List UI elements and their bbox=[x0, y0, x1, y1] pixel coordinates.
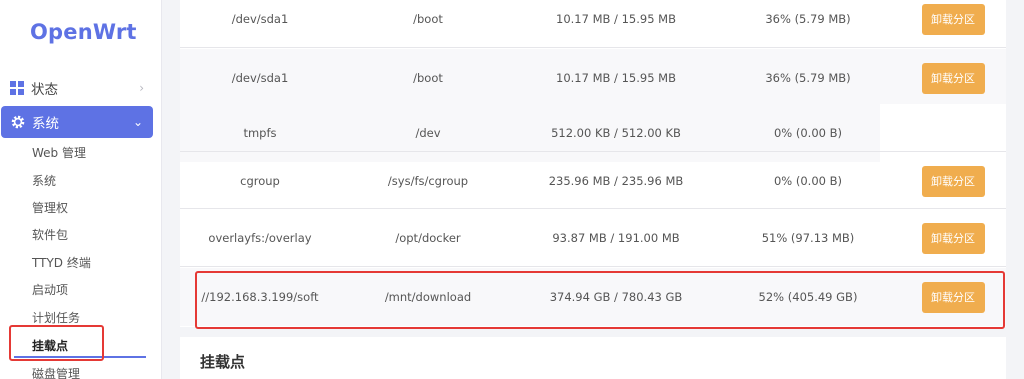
unmount-button[interactable]: 卸载分区 bbox=[921, 3, 985, 35]
nav-item-system[interactable]: 系统 ⌄ bbox=[1, 106, 153, 138]
percent-cell: 51% (97.13 MB) bbox=[761, 231, 855, 245]
chevron-down-icon: ⌄ bbox=[132, 115, 143, 129]
device-cell: overlayfs:/overlay bbox=[208, 231, 312, 245]
nav-item-status[interactable]: 状态 › bbox=[0, 72, 154, 104]
percent-cell: 36% (5.79 MB) bbox=[765, 12, 851, 26]
device-cell: /dev/sda1 bbox=[231, 71, 289, 85]
highlight-box-row bbox=[195, 271, 1005, 329]
unmount-button[interactable]: 卸载分区 bbox=[921, 62, 985, 94]
mount-point-cell: /sys/fs/cgroup bbox=[387, 174, 469, 188]
sub-item-startup[interactable]: 启动项 bbox=[32, 280, 68, 300]
sub-item-ttyd[interactable]: TTYD 终端 bbox=[32, 253, 91, 273]
unmount-button[interactable]: 卸载分区 bbox=[921, 222, 985, 254]
mount-points-section: 挂载点 bbox=[180, 337, 1006, 379]
percent-cell: 36% (5.79 MB) bbox=[765, 71, 851, 85]
device-cell: cgroup bbox=[240, 174, 280, 188]
brand-logo[interactable]: OpenWrt bbox=[30, 20, 137, 44]
sub-item-disk-management[interactable]: 磁盘管理 bbox=[32, 364, 80, 379]
usage-cell: 10.17 MB / 15.95 MB bbox=[556, 12, 676, 26]
sub-item-web-admin[interactable]: Web 管理 bbox=[32, 143, 86, 163]
unmount-button[interactable]: 卸载分区 bbox=[921, 165, 985, 197]
nav-item-status-label: 状态 bbox=[31, 82, 58, 98]
mount-point-cell: /boot bbox=[413, 12, 443, 26]
device-cell: /dev/sda1 bbox=[231, 12, 289, 26]
percent-cell: 0% (0.00 B) bbox=[773, 174, 843, 188]
usage-cell: 10.17 MB / 15.95 MB bbox=[556, 71, 676, 85]
sidebar: OpenWrt 状态 › 系统 ⌄ Web 管理 系统 管理权 软件包 TTYD… bbox=[0, 0, 162, 379]
highlight-box-sidebar bbox=[9, 325, 104, 361]
sub-item-packages[interactable]: 软件包 bbox=[32, 225, 68, 245]
table-row: /dev/sda1 /boot 10.17 MB / 15.95 MB 36% … bbox=[180, 0, 1006, 48]
table-row: overlayfs:/overlay /opt/docker 93.87 MB … bbox=[180, 209, 1006, 267]
table-row: /dev/sda1 /boot 10.17 MB / 15.95 MB 36% … bbox=[180, 49, 1006, 107]
chevron-right-icon: › bbox=[139, 81, 144, 95]
nav-item-system-label: 系统 bbox=[32, 116, 59, 132]
sub-item-system[interactable]: 系统 bbox=[32, 171, 56, 191]
sub-item-admin[interactable]: 管理权 bbox=[32, 198, 68, 218]
mount-point-cell: /opt/docker bbox=[395, 231, 461, 245]
mount-point-cell: /boot bbox=[413, 71, 443, 85]
usage-cell: 235.96 MB / 235.96 MB bbox=[548, 174, 684, 188]
dashboard-icon bbox=[10, 81, 24, 95]
section-title: 挂载点 bbox=[200, 353, 246, 371]
table-row: cgroup /sys/fs/cgroup 235.96 MB / 235.96… bbox=[180, 151, 1006, 209]
usage-cell: 93.87 MB / 191.00 MB bbox=[552, 231, 680, 245]
gear-icon bbox=[11, 115, 25, 129]
